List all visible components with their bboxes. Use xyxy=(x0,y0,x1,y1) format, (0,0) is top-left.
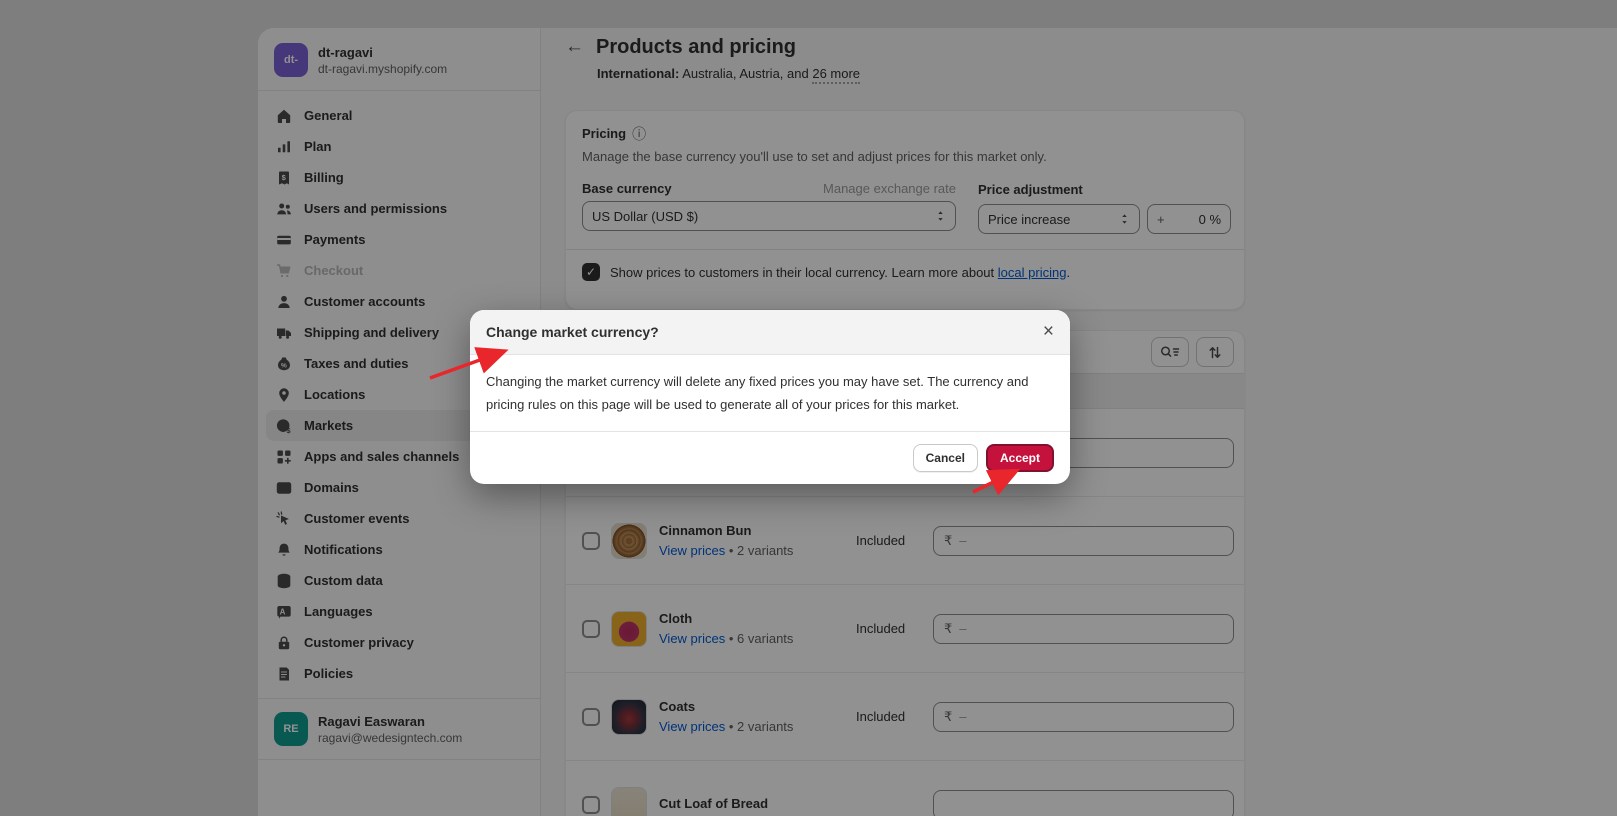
change-currency-modal: Change market currency? × Changing the m… xyxy=(470,310,1070,484)
cancel-button[interactable]: Cancel xyxy=(913,444,978,472)
accept-button[interactable]: Accept xyxy=(986,444,1054,472)
close-icon[interactable]: × xyxy=(1043,323,1054,341)
modal-title: Change market currency? xyxy=(486,324,659,340)
modal-body-text: Changing the market currency will delete… xyxy=(470,355,1070,431)
